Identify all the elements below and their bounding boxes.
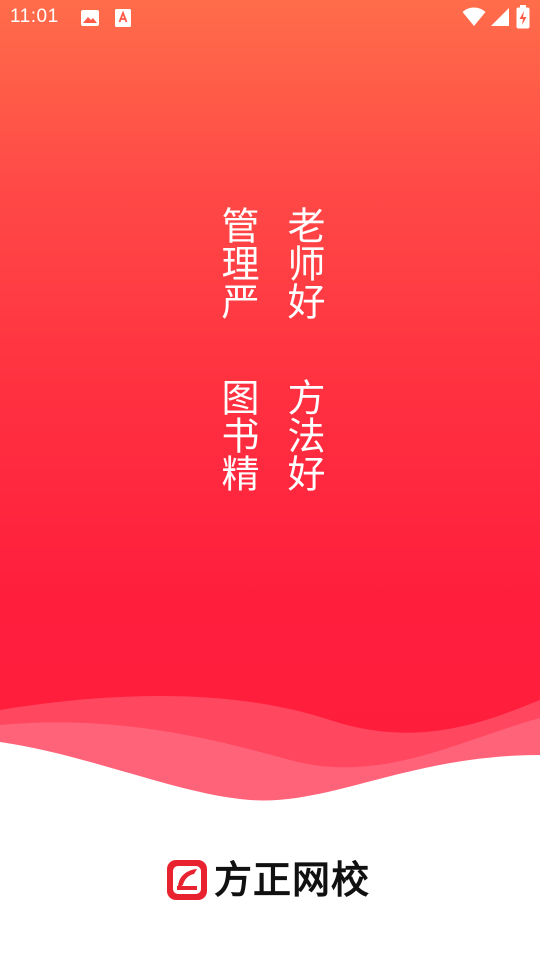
brand-logo-icon (164, 857, 210, 903)
battery-charging-icon (516, 5, 530, 33)
brand-name: 方正网校 (214, 858, 371, 902)
decorative-waves (0, 696, 540, 840)
status-bar: 11:01 (0, 0, 540, 36)
splash-screen: 11:01 老师好 管理严 方法好 图书精 方正网校 (0, 0, 540, 960)
wifi-icon (462, 7, 486, 31)
slogan-right-column-1: 老师好 (281, 206, 325, 320)
brand-logo: 方正网校 (164, 855, 380, 907)
text-notification-icon (113, 8, 133, 32)
slogan-left-column-1: 管理严 (215, 206, 259, 320)
cellular-signal-icon (490, 7, 510, 31)
status-time: 11:01 (10, 6, 59, 27)
slogan-left-column-2: 图书精 (215, 378, 259, 492)
slogan-right-column-2: 方法好 (281, 378, 325, 492)
image-icon (80, 8, 100, 32)
